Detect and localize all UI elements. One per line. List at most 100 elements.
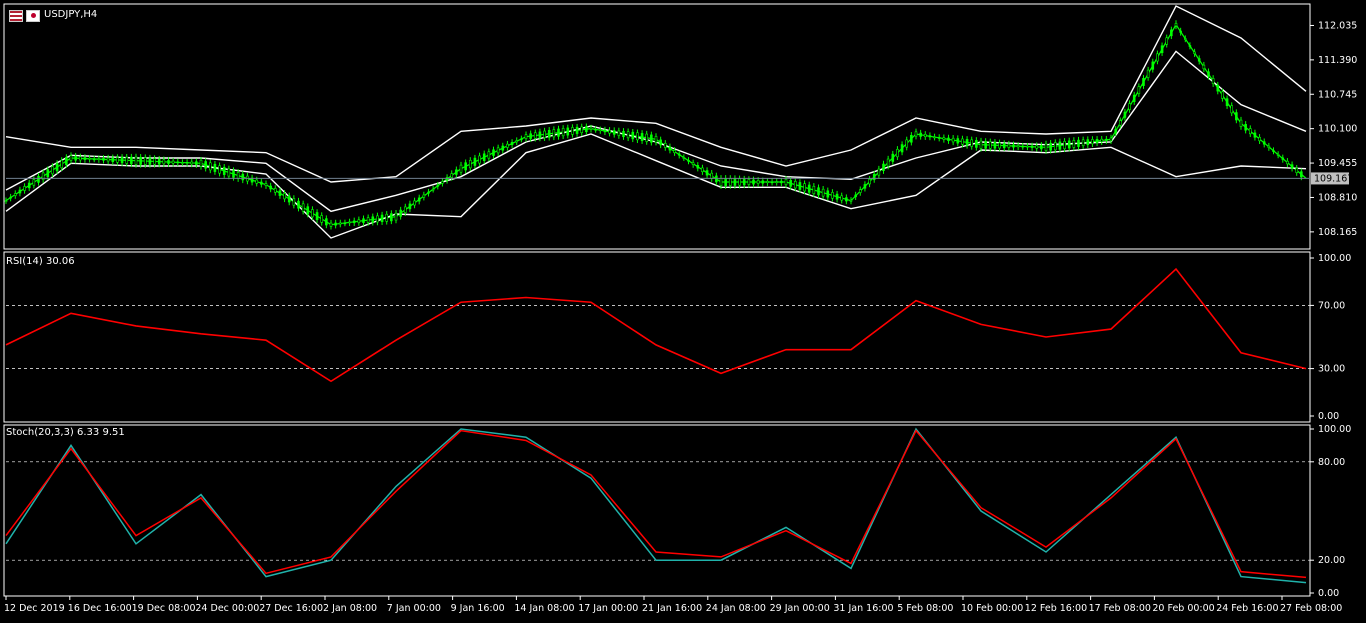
trading-chart[interactable]: 100.00 70.00 30.00 0.00 100.00 80.00 20.00 0.0… [0, 0, 1366, 623]
time-tick-label: 17 Jan 00:00 [578, 603, 638, 614]
candle-body [1225, 98, 1229, 106]
candle-body [362, 218, 365, 223]
candle-body [417, 197, 421, 202]
candle-body [701, 167, 704, 172]
candle-body [334, 222, 337, 226]
candle-body [882, 163, 885, 171]
candle-body [905, 139, 909, 148]
stoch-pane[interactable] [3, 424, 1311, 597]
candle-body [311, 209, 314, 218]
candle-body [116, 157, 119, 163]
candle-body [171, 160, 175, 164]
candle-body [645, 133, 649, 142]
candle-body [807, 184, 811, 193]
candle-body [436, 185, 440, 187]
candle-body [143, 157, 147, 165]
candle-body [571, 127, 574, 135]
candle-body [937, 137, 941, 139]
candle-body [167, 160, 170, 164]
stoch-tick-label: 20.00 [1318, 555, 1345, 566]
candle-body [83, 157, 87, 160]
candle-body [1095, 139, 1099, 144]
candle-body [92, 158, 96, 161]
candle-body [603, 129, 607, 133]
candle-body [1151, 61, 1155, 70]
candle-body [543, 130, 546, 139]
candle-body [956, 138, 960, 144]
candle-body [719, 177, 723, 187]
jp-flag-icon [26, 10, 40, 22]
candle-body [1221, 91, 1224, 99]
time-tick-label: 10 Feb 00:00 [961, 603, 1023, 614]
candle-body [784, 178, 788, 186]
candle-body [687, 159, 690, 162]
candle-body [575, 126, 579, 134]
candle-body [9, 196, 12, 199]
candle-body [1160, 45, 1164, 54]
candle-body [561, 128, 565, 137]
candle-body [23, 186, 26, 191]
candle-body [910, 134, 913, 143]
time-tick-label: 17 Feb 08:00 [1089, 603, 1151, 614]
candle-body [756, 180, 760, 184]
candle-body [18, 189, 22, 194]
time-tick-label: 19 Dec 08:00 [132, 603, 196, 614]
candle-body [69, 155, 73, 161]
candle-body [366, 217, 370, 223]
candle-body [789, 179, 792, 187]
candle-body [663, 143, 667, 148]
price-tick-label: 110.745 [1318, 89, 1357, 100]
candle-body [496, 147, 500, 154]
candle-body [130, 156, 133, 165]
candle-body [269, 185, 272, 190]
candle-body [408, 203, 412, 210]
candle-body [821, 188, 825, 197]
candle-body [1207, 71, 1210, 77]
candle-body [329, 222, 333, 227]
candle-body [1165, 37, 1169, 45]
candle-body [1253, 132, 1257, 138]
candle-body [812, 185, 816, 195]
candle-body [886, 158, 890, 167]
candle-body [594, 129, 597, 131]
candle-body [914, 131, 918, 137]
rsi-pane[interactable] [3, 251, 1311, 423]
candle-body [951, 137, 955, 143]
candle-body [975, 140, 978, 148]
candle-body [1239, 119, 1243, 127]
time-tick-label: 16 Dec 16:00 [68, 603, 132, 614]
candle-body [306, 206, 310, 215]
symbol-title: USDJPY,H4 [44, 9, 98, 20]
candle-body [1049, 142, 1052, 151]
time-tick-label: 21 Jan 16:00 [642, 603, 702, 614]
candle-body [524, 134, 528, 139]
time-tick-label: 5 Feb 08:00 [897, 603, 953, 614]
candle-body [1174, 23, 1178, 27]
candle-body [1035, 145, 1039, 149]
candle-body [900, 144, 904, 153]
candle-body [677, 153, 681, 156]
candle-body [761, 180, 765, 184]
candle-body [780, 180, 783, 184]
candle-body [1170, 29, 1173, 37]
candle-body [557, 128, 560, 137]
candle-body [185, 162, 189, 164]
candle-body [199, 159, 203, 167]
candle-body [598, 129, 602, 132]
time-tick-label: 9 Jan 16:00 [451, 603, 505, 614]
time-tick-label: 7 Jan 00:00 [387, 603, 441, 614]
candle-body [1230, 105, 1234, 114]
candle-body [1262, 141, 1266, 145]
candle-body [659, 139, 662, 146]
candle-body [1086, 139, 1090, 146]
candle-body [793, 181, 797, 189]
rsi-tick-label: 30.00 [1318, 364, 1345, 375]
candle-body [55, 163, 59, 172]
candle-body [348, 221, 351, 224]
candle-body [4, 200, 8, 202]
candle-body [102, 158, 105, 161]
rsi-tick-label: 70.00 [1318, 300, 1345, 311]
candle-body [106, 157, 110, 162]
candle-body [278, 190, 282, 196]
candle-body [371, 216, 375, 223]
